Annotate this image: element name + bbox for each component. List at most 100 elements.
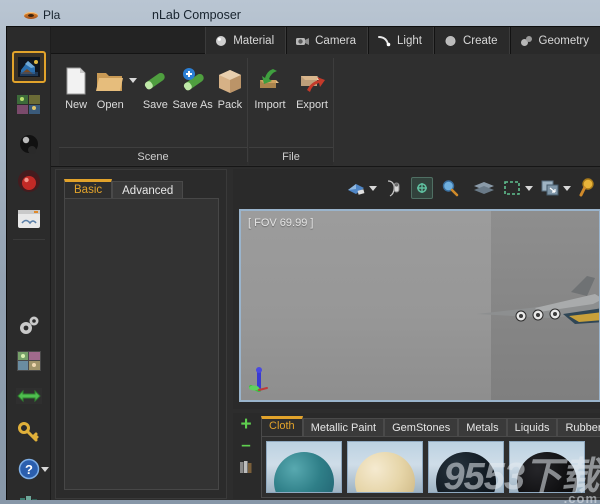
rail-item-transfer[interactable] <box>12 381 46 413</box>
viewport-canvas[interactable]: [ FOV 69.99 ] <box>239 209 600 402</box>
open-button[interactable]: Open <box>93 60 127 111</box>
library-icon <box>240 461 252 473</box>
focus-target-icon <box>417 183 427 193</box>
tab-camera[interactable]: Camera <box>286 27 369 54</box>
open-dropdown-button[interactable] <box>127 60 138 83</box>
tab-camera-label: Camera <box>315 34 357 47</box>
search-magnifier-icon <box>579 178 594 197</box>
material-library-panel: + – Cloth Metallic Paint GemStones Metal… <box>233 413 600 499</box>
pack-button[interactable]: Pack <box>213 60 247 111</box>
tab-geometry[interactable]: Geometry <box>509 27 600 54</box>
export-button-label: Export <box>296 99 328 111</box>
material-tab-metallic-paint[interactable]: Metallic Paint <box>302 418 385 436</box>
create-icon <box>445 35 456 46</box>
export-button[interactable]: Export <box>291 60 333 111</box>
tab-basic-label: Basic <box>74 184 103 196</box>
rail-item-material-ball[interactable] <box>12 127 46 159</box>
material-library-side-toolbar: + – <box>233 413 259 499</box>
material-swatch-teal-cloth[interactable] <box>266 441 342 493</box>
tab-material[interactable]: Material <box>205 27 287 54</box>
layers-stack-icon <box>474 182 494 194</box>
material-tab-gemstones[interactable]: GemStones <box>384 418 459 436</box>
properties-tab-strip: Basic Advanced <box>64 179 184 199</box>
pick-probe-button[interactable] <box>383 177 405 199</box>
import-button[interactable]: Import <box>249 60 291 111</box>
tab-basic[interactable]: Basic <box>64 179 113 199</box>
rail-item-environment[interactable] <box>12 203 46 235</box>
material-tab-liquids[interactable]: Liquids <box>506 418 558 436</box>
svg-text:?: ? <box>25 462 33 477</box>
gears-icon <box>20 316 39 334</box>
tab-create-label: Create <box>462 34 498 47</box>
rail-item-scene-view[interactable] <box>12 51 46 83</box>
zoom-tool-button[interactable] <box>439 177 461 199</box>
material-tab-cloth[interactable]: Cloth <box>261 416 303 436</box>
app-root: Pla nLab Composer ? Material Camera Ligh… <box>0 0 600 504</box>
ribbon-group-file-title: File <box>249 147 333 165</box>
render-mode-button[interactable] <box>345 177 367 199</box>
rail-item-gallery[interactable] <box>12 89 46 121</box>
ribbon-group-scene: New Open Save Save As Pack Scene <box>59 56 247 165</box>
material-tab-cloth-label: Cloth <box>269 420 295 432</box>
remove-material-button[interactable]: – <box>241 436 250 453</box>
material-tab-rubber-label: Rubber <box>565 422 600 434</box>
render-mode-dropdown-caret-icon[interactable] <box>369 185 377 191</box>
rail-item-settings[interactable] <box>12 309 46 341</box>
material-swatch-beige-cloth[interactable] <box>347 441 423 493</box>
question-help-icon: ? <box>18 458 40 480</box>
light-icon <box>378 35 391 46</box>
rail-item-library[interactable] <box>12 489 46 500</box>
render-plane-icon <box>348 184 365 195</box>
marquee-dropdown-caret-icon[interactable] <box>525 185 533 191</box>
library-folder-button[interactable] <box>239 460 253 479</box>
axis-gizmo-icon[interactable] <box>249 364 275 392</box>
green-arrow-icon <box>16 388 42 404</box>
chevron-down-icon <box>128 78 137 83</box>
rail-item-textures[interactable] <box>12 345 46 377</box>
ribbon-panel: New Open Save Save As Pack Scene Import … <box>51 54 600 167</box>
tab-advanced-label: Advanced <box>122 185 174 197</box>
tab-light-label: Light <box>397 34 422 47</box>
layers-button[interactable] <box>473 177 495 199</box>
marquee-select-button[interactable] <box>501 177 523 199</box>
rail-item-lighting[interactable] <box>12 165 46 197</box>
material-swatch-dark-navy-cloth[interactable] <box>428 441 504 493</box>
books-icon <box>20 496 37 500</box>
search-zoom-button[interactable] <box>577 177 599 199</box>
save-as-button-label: Save As <box>172 99 213 111</box>
tab-create[interactable]: Create <box>433 27 510 54</box>
help-dropdown-caret-icon[interactable] <box>41 467 49 472</box>
tab-light[interactable]: Light <box>368 27 434 54</box>
tab-advanced[interactable]: Advanced <box>112 181 184 199</box>
rail-item-license-key[interactable] <box>12 417 46 449</box>
export-icon <box>301 76 325 92</box>
duplicate-dropdown-caret-icon[interactable] <box>563 185 571 191</box>
title-left-text: Pla <box>43 8 61 22</box>
tab-material-label: Material <box>233 34 275 47</box>
properties-panel: Basic Advanced <box>55 169 227 499</box>
fov-label: [ FOV 69.99 ] <box>248 217 314 229</box>
ribbon-group-divider <box>247 58 248 162</box>
airplane-model <box>477 276 599 324</box>
application-body: ? Material Camera Light Create Geometry … <box>6 26 600 500</box>
duplicate-window-icon <box>541 180 559 196</box>
pack-button-label: Pack <box>217 99 243 111</box>
dashed-selection-icon <box>504 181 520 195</box>
title-left-group: Pla <box>24 8 120 22</box>
duplicate-button[interactable] <box>539 177 561 199</box>
material-tab-rubber[interactable]: Rubber <box>557 418 600 436</box>
focus-target-button[interactable] <box>411 177 433 199</box>
save-icon <box>145 72 166 90</box>
save-button[interactable]: Save <box>138 60 172 111</box>
import-icon <box>260 69 279 88</box>
os-window-frame: Pla nLab Composer ? Material Camera Ligh… <box>0 0 600 504</box>
new-button[interactable]: New <box>59 60 93 111</box>
open-folder-icon <box>96 73 124 91</box>
material-swatch-strip <box>261 436 600 498</box>
material-tab-metals[interactable]: Metals <box>458 418 507 436</box>
scene-thumbnail-icon <box>18 57 40 77</box>
new-document-icon <box>66 67 86 95</box>
material-swatch-black-cloth[interactable] <box>509 441 585 493</box>
add-material-button[interactable]: + <box>240 415 251 434</box>
save-as-button[interactable]: Save As <box>172 60 213 111</box>
